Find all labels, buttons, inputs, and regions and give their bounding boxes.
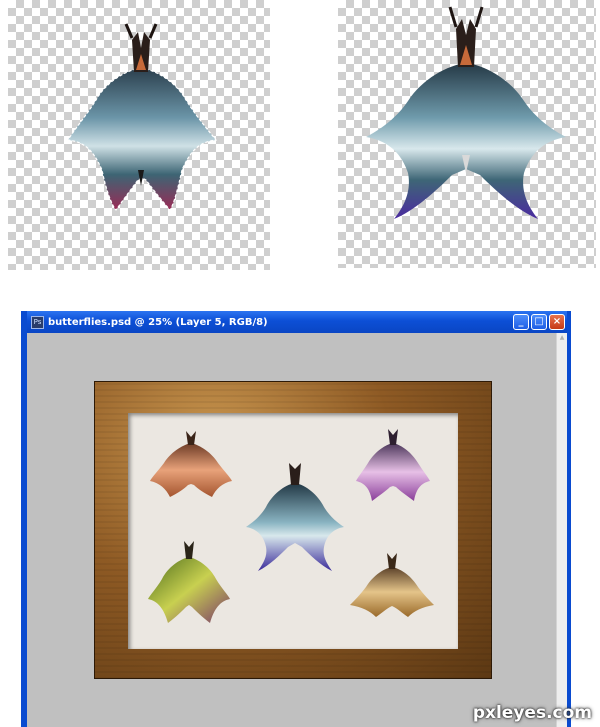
scroll-up-arrow-icon[interactable]: ▲ (557, 333, 567, 343)
butterfly-purple (356, 429, 430, 501)
butterfly-selected-image (67, 23, 218, 211)
photoshop-doc-icon[interactable]: Ps (31, 315, 44, 329)
frame-mat (128, 413, 458, 649)
close-button[interactable]: × (549, 314, 565, 330)
vertical-scrollbar[interactable]: ▲ (556, 333, 567, 727)
close-icon: × (552, 316, 562, 327)
layer-preview-colored (338, 0, 596, 268)
layer-preview-selection (8, 0, 270, 270)
maximize-icon: □ (534, 316, 544, 327)
window-titlebar[interactable]: Ps butterflies.psd @ 25% (Layer 5, RGB/8… (27, 311, 567, 333)
minimize-icon: _ (518, 316, 524, 327)
document-window[interactable]: Ps butterflies.psd @ 25% (Layer 5, RGB/8… (21, 311, 571, 727)
maximize-button[interactable]: □ (531, 314, 547, 330)
butterfly-colored-image (366, 6, 566, 219)
butterfly-orange (150, 431, 232, 497)
document-canvas[interactable] (27, 333, 557, 727)
butterfly-blue (246, 463, 344, 571)
document-title: butterflies.psd @ 25% (Layer 5, RGB/8) (48, 316, 268, 328)
butterfly-green (148, 541, 230, 623)
wooden-frame-image (94, 381, 492, 679)
minimize-button[interactable]: _ (513, 314, 529, 330)
site-watermark: pxleyes.com (472, 703, 592, 723)
butterfly-gold (350, 553, 434, 617)
